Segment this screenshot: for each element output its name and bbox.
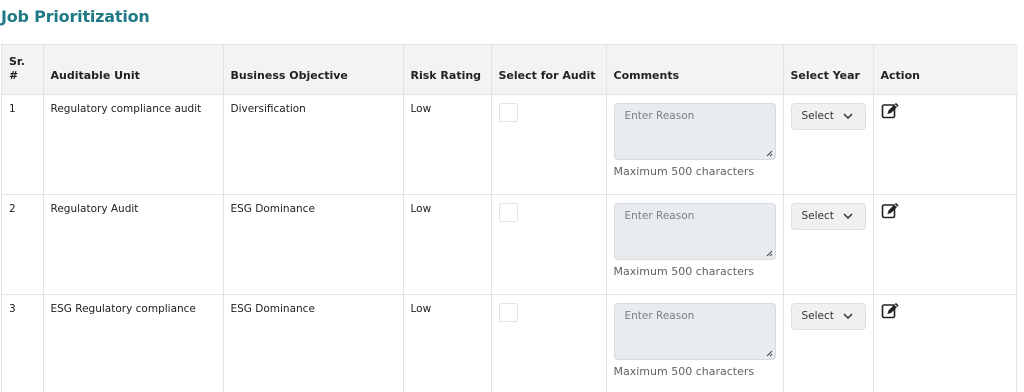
business-objective: Diversification: [230, 102, 306, 115]
cell-comments: Enter Reason Maximum 500 characters: [606, 194, 784, 295]
risk-rating: Low: [410, 202, 432, 215]
year-select-value: Select: [801, 310, 834, 322]
auditable-unit: Regulatory compliance audit: [50, 102, 202, 115]
resize-grip-icon[interactable]: [765, 149, 773, 157]
edit-icon[interactable]: [881, 302, 899, 320]
comment-placeholder: Enter Reason: [624, 209, 695, 222]
cell-risk-rating: Low: [403, 194, 492, 295]
cell-sr: 2: [2, 194, 44, 295]
header-select-year: Select Year: [783, 45, 874, 95]
edit-icon[interactable]: [881, 202, 899, 220]
table-header-row: Sr. # Auditable Unit Business Objective R…: [2, 45, 1018, 95]
year-select[interactable]: Select: [790, 102, 866, 130]
comment-char-limit-hint: Maximum 500 characters: [613, 364, 755, 378]
cell-auditable-unit: Regulatory Audit: [43, 194, 224, 295]
header-sr: Sr. #: [2, 45, 44, 95]
auditable-unit: Regulatory Audit: [50, 202, 139, 215]
chevron-down-icon: [842, 313, 853, 319]
cell-risk-rating: Low: [403, 94, 492, 195]
cell-action: [873, 294, 1018, 392]
cell-sr: 3: [2, 294, 44, 392]
select-for-audit-checkbox[interactable]: [498, 202, 518, 222]
resize-grip-icon[interactable]: [765, 249, 773, 257]
select-for-audit-checkbox[interactable]: [498, 102, 518, 122]
chevron-down-icon: [842, 213, 853, 219]
table-row: 3 ESG Regulatory compliance ESG Dominanc…: [2, 294, 1018, 392]
sr-number: 3: [9, 302, 16, 315]
cell-select-for-audit: [491, 94, 607, 195]
comment-placeholder: Enter Reason: [624, 109, 695, 122]
cell-action: [873, 94, 1018, 195]
table-row: 2 Regulatory Audit ESG Dominance Low Ent…: [2, 194, 1018, 295]
header-business-objective: Business Objective: [223, 45, 404, 95]
sr-number: 1: [9, 102, 16, 115]
cell-select-year: Select: [783, 194, 874, 295]
cell-select-for-audit: [491, 194, 607, 295]
year-select-value: Select: [801, 110, 834, 122]
resize-grip-icon[interactable]: [765, 349, 773, 357]
cell-business-objective: ESG Dominance: [223, 294, 404, 392]
page-title: Job Prioritization: [1, 7, 150, 26]
cell-action: [873, 194, 1018, 295]
cell-comments: Enter Reason Maximum 500 characters: [606, 94, 784, 195]
cell-risk-rating: Low: [403, 294, 492, 392]
table-row: 1 Regulatory compliance audit Diversific…: [2, 94, 1018, 195]
cell-auditable-unit: ESG Regulatory compliance: [43, 294, 224, 392]
comment-char-limit-hint: Maximum 500 characters: [613, 264, 755, 278]
header-select-for-audit: Select for Audit: [491, 45, 607, 95]
cell-auditable-unit: Regulatory compliance audit: [43, 94, 224, 195]
header-action: Action: [873, 45, 1018, 95]
business-objective: ESG Dominance: [230, 202, 315, 215]
chevron-down-icon: [842, 113, 853, 119]
header-auditable-unit: Auditable Unit: [43, 45, 224, 95]
comment-placeholder: Enter Reason: [624, 309, 695, 322]
cell-business-objective: Diversification: [223, 94, 404, 195]
sr-number: 2: [9, 202, 16, 215]
year-select[interactable]: Select: [790, 202, 866, 230]
auditable-unit: ESG Regulatory compliance: [50, 302, 196, 315]
comment-textarea[interactable]: Enter Reason: [613, 302, 776, 360]
cell-comments: Enter Reason Maximum 500 characters: [606, 294, 784, 392]
cell-select-year: Select: [783, 294, 874, 392]
header-comments: Comments: [606, 45, 784, 95]
comment-textarea[interactable]: Enter Reason: [613, 102, 776, 160]
cell-select-for-audit: [491, 294, 607, 392]
comment-char-limit-hint: Maximum 500 characters: [613, 164, 755, 178]
cell-select-year: Select: [783, 94, 874, 195]
select-for-audit-checkbox[interactable]: [498, 302, 518, 322]
business-objective: ESG Dominance: [230, 302, 315, 315]
comment-textarea[interactable]: Enter Reason: [613, 202, 776, 260]
edit-icon[interactable]: [881, 102, 899, 120]
job-prioritization-table: Sr. # Auditable Unit Business Objective R…: [1, 44, 1018, 392]
cell-sr: 1: [2, 94, 44, 195]
cell-business-objective: ESG Dominance: [223, 194, 404, 295]
risk-rating: Low: [410, 302, 432, 315]
risk-rating: Low: [410, 102, 432, 115]
year-select[interactable]: Select: [790, 302, 866, 330]
year-select-value: Select: [801, 210, 834, 222]
header-risk-rating: Risk Rating: [403, 45, 492, 95]
